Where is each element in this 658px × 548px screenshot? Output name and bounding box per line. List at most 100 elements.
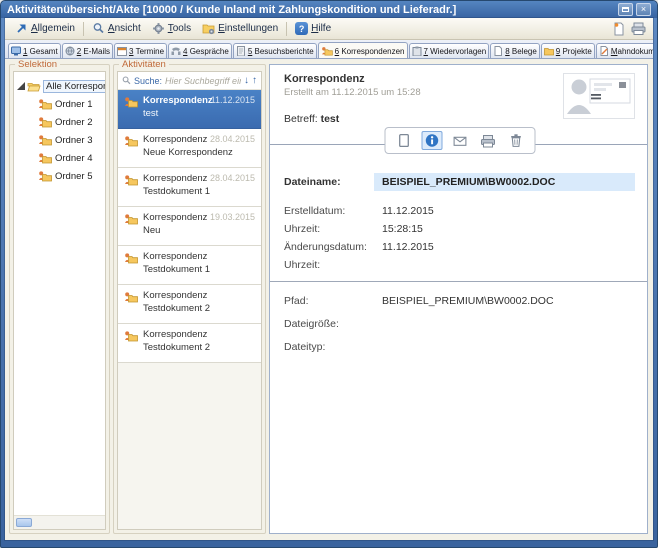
menu-einstellungen[interactable]: Einstellungen: [197, 20, 283, 37]
tab-wiedervorlagen[interactable]: 7 Wiedervorlagen: [409, 43, 490, 58]
item-subtitle: Testdokument 2: [143, 303, 210, 314]
open-folder-icon: [27, 80, 41, 92]
item-subtitle: Testdokument 1: [143, 186, 210, 197]
folder-person-icon: [321, 46, 333, 56]
folder-tree: Alle Korrespondenzen Ordner 1 Ordner 2: [14, 72, 105, 185]
folder-person-icon: [38, 116, 52, 128]
search-icon: [122, 76, 131, 85]
tree-item-label: Ordner 1: [55, 99, 93, 110]
item-subtitle: Neue Korrespondenz: [143, 147, 233, 158]
tab-e-mails[interactable]: 2 E-Mails: [62, 43, 113, 58]
tree-item-label: Ordner 3: [55, 135, 93, 146]
field-uhrzeit-geaendert: Uhrzeit:: [284, 258, 635, 272]
field-dateityp: Dateityp:: [284, 340, 635, 354]
item-title: Korrespondenz: [143, 290, 210, 301]
field-label: Erstelldatum:: [284, 205, 382, 217]
magnifier-icon: [92, 22, 105, 35]
tab-projekte[interactable]: 9 Projekte: [541, 43, 595, 58]
tree-item-ordner-2[interactable]: Ordner 2: [14, 113, 105, 131]
list-item-3[interactable]: Korrespondenz Testdokument 1 28.04.2015: [118, 168, 261, 207]
sort-down-icon[interactable]: ↓: [244, 76, 249, 86]
tree-item-alle-korrespondenzen[interactable]: Alle Korrespondenzen: [14, 77, 105, 95]
menubar-right-icons: [612, 22, 648, 36]
tab-gesamt[interactable]: 1 Gesamt: [8, 43, 61, 58]
item-title: Korrespondenz: [143, 251, 210, 262]
expand-triangle-icon[interactable]: [17, 82, 25, 90]
menu-tools[interactable]: Tools: [147, 20, 196, 37]
tab-korrespondenzen[interactable]: 6 Korrespondenzen: [318, 42, 408, 59]
field-value: BEISPIEL_PREMIUM\BW0002.DOC: [382, 295, 554, 307]
field-label: Uhrzeit:: [284, 223, 382, 235]
betreff-value: test: [321, 113, 340, 125]
info-icon[interactable]: [421, 131, 442, 150]
field-label: Dateiname:: [284, 176, 382, 188]
monitor-icon: [11, 46, 21, 56]
trash-icon[interactable]: [505, 131, 526, 150]
tab-mahndokumente[interactable]: Mahndokumente: [596, 43, 653, 58]
list-item-2[interactable]: KorrespondenzNeue Korrespondenz 28.04.20…: [118, 129, 261, 168]
selektion-tree-panel: Alle Korrespondenzen Ordner 1 Ordner 2: [13, 71, 106, 530]
field-label: Uhrzeit:: [284, 259, 382, 271]
close-icon[interactable]: ×: [636, 3, 651, 16]
selektion-group-label: Selektion: [15, 59, 60, 70]
restore-icon[interactable]: [618, 3, 633, 16]
menu-allgemein[interactable]: Allgemein: [10, 20, 80, 37]
list-item-4[interactable]: KorrespondenzNeu 19.03.2015: [118, 207, 261, 246]
item-subtitle: Neu: [143, 225, 207, 236]
field-erstelldatum: Erstelldatum: 11.12.2015: [284, 204, 635, 218]
correspondence-list: Korrespondenztest 11.12.2015 Korresponde…: [118, 90, 261, 529]
scrollbar-thumb[interactable]: [16, 518, 32, 527]
detail-fields: Dateiname: BEISPIEL_PREMIUM\BW0002.DOC E…: [284, 173, 635, 354]
folder-person-icon: [38, 134, 52, 146]
list-item-1[interactable]: Korrespondenztest 11.12.2015: [118, 90, 261, 129]
tree-item-label: Ordner 5: [55, 171, 93, 182]
tree-item-ordner-3[interactable]: Ordner 3: [14, 131, 105, 149]
field-uhrzeit-erstellt: Uhrzeit: 15:28:15: [284, 222, 635, 236]
restore-glyph: [622, 7, 629, 12]
field-value-highlighted[interactable]: BEISPIEL_PREMIUM\BW0002.DOC: [374, 173, 635, 191]
search-bar: Suche: ↓ ↑: [118, 72, 261, 90]
betreff-label: Betreff:: [284, 113, 318, 125]
field-label: Änderungsdatum:: [284, 241, 382, 253]
mail-icon[interactable]: [449, 131, 470, 150]
window-title: Aktivitätenübersicht/Akte [10000 / Kunde…: [7, 4, 456, 16]
folder-person-icon: [124, 251, 138, 279]
window-controls: ×: [615, 3, 651, 16]
page-icon: [493, 46, 503, 56]
field-value: 11.12.2015: [382, 205, 434, 217]
sort-up-icon[interactable]: ↑: [252, 76, 257, 86]
tree-item-ordner-4[interactable]: Ordner 4: [14, 149, 105, 167]
tab-gespraeche[interactable]: 4 Gespräche: [168, 43, 232, 58]
item-title: Korrespondenz: [143, 173, 210, 184]
tree-item-ordner-5[interactable]: Ordner 5: [14, 167, 105, 185]
item-title: Korrespondenz: [143, 329, 210, 340]
menu-hilfe[interactable]: ? Hilfe: [290, 20, 336, 37]
menu-separator: [83, 22, 84, 36]
folder-person-icon: [124, 173, 138, 201]
menu-ansicht[interactable]: Ansicht: [87, 20, 146, 37]
search-input[interactable]: [165, 76, 241, 86]
list-item-7[interactable]: KorrespondenzTestdokument 2: [118, 324, 261, 363]
folder-person-icon: [124, 329, 138, 357]
item-date: 19.03.2015: [210, 212, 255, 222]
folder-person-icon: [124, 212, 138, 240]
list-item-6[interactable]: Korrespondenz Testdokument 2: [118, 285, 261, 324]
tree-item-ordner-1[interactable]: Ordner 1: [14, 95, 105, 113]
print-icon[interactable]: [477, 131, 498, 150]
tab-belege[interactable]: 8 Belege: [490, 43, 540, 58]
tab-termine[interactable]: 3 Termine: [114, 43, 167, 58]
print-icon[interactable]: [631, 22, 646, 35]
horizontal-scrollbar[interactable]: [14, 515, 105, 529]
field-label: Pfad:: [284, 295, 382, 307]
list-item-5[interactable]: KorrespondenzTestdokument 1: [118, 246, 261, 285]
main-content: Selektion Alle Korrespondenzen Ordner 1: [5, 59, 653, 540]
new-document-icon[interactable]: [612, 22, 625, 36]
field-dateiname: Dateiname: BEISPIEL_PREMIUM\BW0002.DOC: [284, 173, 635, 191]
field-label: Dateigröße:: [284, 318, 382, 330]
tab-besuchsberichte[interactable]: 5 Besuchsberichte: [233, 43, 317, 58]
folder-person-icon: [38, 152, 52, 164]
item-date: 28.04.2015: [210, 173, 255, 183]
item-subtitle: test: [143, 108, 213, 119]
document-icon[interactable]: [393, 131, 414, 150]
pen-document-icon: [599, 46, 609, 56]
